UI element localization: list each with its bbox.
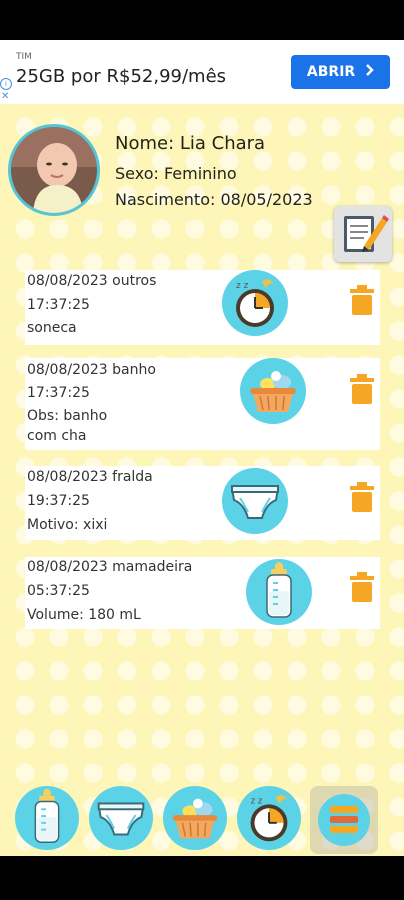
list-item[interactable]: 08/08/2023 fralda 19:37:25 Motivo: xixi bbox=[25, 466, 380, 540]
diaper-icon bbox=[222, 468, 288, 534]
svg-text:z z: z z bbox=[236, 281, 249, 291]
bath-tub-icon bbox=[240, 358, 306, 424]
ad-brand: TIM bbox=[16, 52, 32, 62]
ad-open-button[interactable]: ABRIR bbox=[291, 55, 390, 89]
menu-button[interactable] bbox=[310, 786, 378, 854]
entry-note-cont: com cha bbox=[27, 428, 87, 444]
sleep-clock-icon: z z bbox=[222, 270, 288, 336]
entry-note: Volume: 180 mL bbox=[27, 607, 141, 623]
baby-avatar bbox=[8, 124, 100, 216]
entry-note: soneca bbox=[27, 320, 77, 336]
entry-note: Motivo: xixi bbox=[27, 517, 108, 533]
app-screen: TIM 25GB por R$52,99/mês i ✕ ABRIR Nome:… bbox=[0, 0, 404, 900]
ad-banner[interactable]: TIM 25GB por R$52,99/mês i ✕ ABRIR bbox=[0, 40, 404, 104]
ad-title[interactable]: 25GB por R$52,99/mês bbox=[16, 66, 226, 87]
entry-date-type: 08/08/2023 outros bbox=[27, 273, 157, 289]
delete-trash-icon[interactable] bbox=[350, 482, 374, 512]
add-bath-button[interactable] bbox=[163, 786, 227, 850]
add-sleep-button[interactable]: z z bbox=[237, 786, 301, 850]
entry-time: 05:37:25 bbox=[27, 583, 90, 599]
profile-sex: Sexo: Feminino bbox=[115, 164, 237, 183]
chevron-right-icon bbox=[366, 55, 374, 89]
delete-trash-icon[interactable] bbox=[350, 374, 374, 404]
status-bar bbox=[0, 0, 404, 40]
entry-time: 19:37:25 bbox=[27, 493, 90, 509]
list-item[interactable]: 08/08/2023 outros 17:37:25 soneca z z bbox=[25, 270, 380, 345]
navigation-bar bbox=[0, 856, 404, 900]
edit-pencil-icon bbox=[334, 215, 392, 266]
ad-info-icon[interactable]: i bbox=[0, 78, 12, 90]
ad-close-icon[interactable]: ✕ bbox=[1, 91, 9, 102]
entry-date-type: 08/08/2023 fralda bbox=[27, 469, 153, 485]
edit-profile-button[interactable] bbox=[334, 206, 392, 262]
delete-trash-icon[interactable] bbox=[350, 572, 374, 602]
entry-time: 17:37:25 bbox=[27, 297, 90, 313]
ad-open-label: ABRIR bbox=[306, 64, 356, 80]
entry-time: 17:37:25 bbox=[27, 385, 90, 401]
delete-trash-icon[interactable] bbox=[350, 285, 374, 315]
entry-date-type: 08/08/2023 mamadeira bbox=[27, 559, 193, 575]
diaper-icon bbox=[89, 802, 153, 854]
bath-tub-icon bbox=[163, 798, 227, 854]
add-bottle-button[interactable] bbox=[15, 786, 79, 850]
baby-bottle-icon bbox=[15, 788, 79, 854]
sleep-clock-icon: z z bbox=[237, 795, 301, 854]
entry-date-type: 08/08/2023 banho bbox=[27, 362, 156, 378]
add-diaper-button[interactable] bbox=[89, 786, 153, 850]
profile-birth: Nascimento: 08/05/2023 bbox=[115, 190, 313, 209]
baby-bottle-icon bbox=[246, 559, 312, 625]
entry-note: Obs: banho bbox=[27, 408, 108, 424]
profile-name: Nome: Lia Chara bbox=[115, 133, 266, 154]
list-item[interactable]: 08/08/2023 mamadeira 05:37:25 Volume: 18… bbox=[25, 557, 380, 629]
list-item[interactable]: 08/08/2023 banho 17:37:25 Obs: banho com… bbox=[25, 358, 380, 450]
svg-text:z z: z z bbox=[251, 796, 263, 806]
